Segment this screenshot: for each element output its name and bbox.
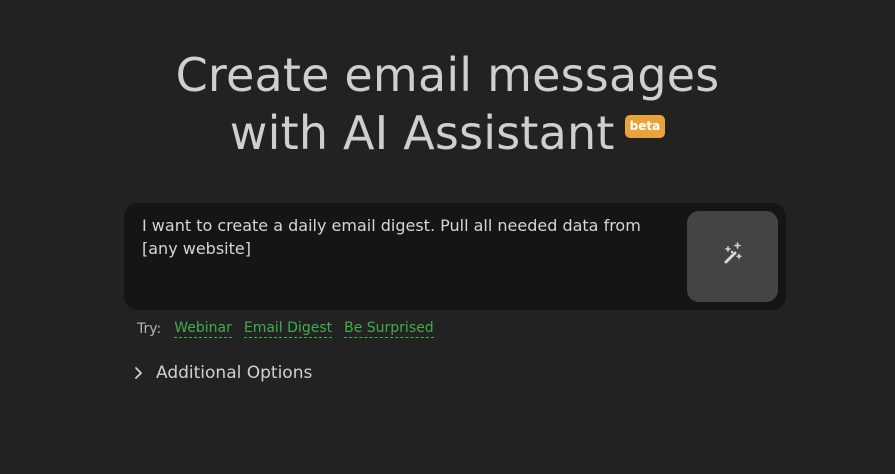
prompt-container: I want to create a daily email digest. P… (124, 203, 786, 310)
suggestions-row: Try: Webinar Email Digest Be Surprised (137, 318, 446, 340)
suggestion-email-digest[interactable]: Email Digest (243, 320, 333, 338)
chevron-right-icon (132, 366, 144, 380)
beta-badge: beta (624, 115, 666, 138)
suggestion-webinar[interactable]: Webinar (174, 320, 232, 338)
title-line-2: with AI Assistant beta (0, 104, 895, 162)
additional-options-label: Additional Options (156, 363, 313, 383)
page: Create email messages with AI Assistant b… (0, 0, 895, 474)
page-title: Create email messages with AI Assistant b… (0, 46, 895, 162)
magic-wand-icon (719, 241, 747, 273)
suggestion-be-surprised[interactable]: Be Surprised (344, 320, 434, 338)
additional-options-toggle[interactable]: Additional Options (132, 362, 312, 384)
suggestions-label: Try: (137, 321, 162, 337)
title-line-2-text: with AI Assistant (229, 106, 615, 160)
generate-button[interactable] (687, 211, 778, 302)
prompt-input[interactable]: I want to create a daily email digest. P… (142, 214, 672, 260)
title-line-1: Create email messages (175, 48, 720, 102)
